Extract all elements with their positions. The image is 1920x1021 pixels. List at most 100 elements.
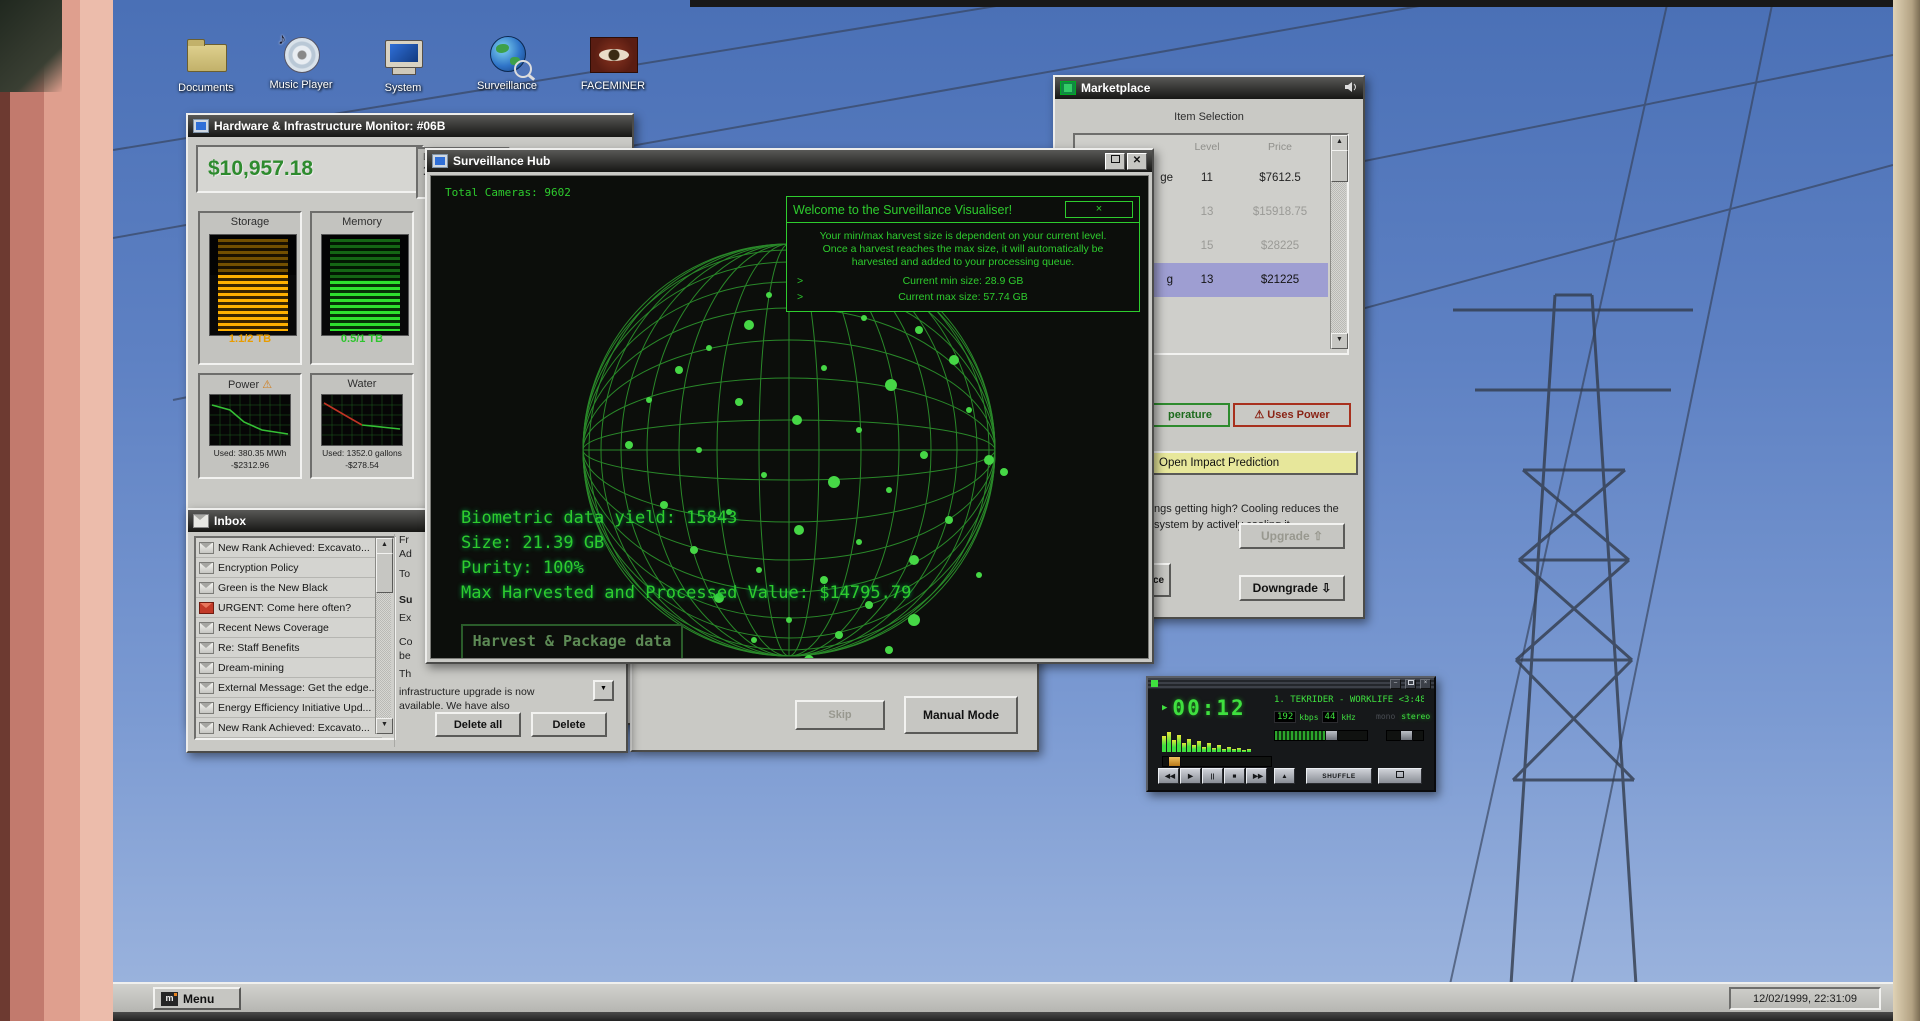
surveillance-window-icon bbox=[432, 154, 448, 168]
volume-slider[interactable] bbox=[1274, 730, 1368, 741]
reading-pane-field: To bbox=[399, 568, 411, 580]
item-price: $7612.5 bbox=[1259, 172, 1301, 184]
desktop-icon-documents[interactable]: Documents bbox=[160, 36, 252, 94]
storage-value: 1.1/2 TB bbox=[228, 333, 272, 345]
music-player-window: – × ▶ 00:12 1. TEKRIDER - WORKLIFE <3:48… bbox=[1146, 676, 1436, 792]
previous-button[interactable]: ◀◀ bbox=[1158, 768, 1179, 784]
monitor-icon bbox=[193, 119, 209, 133]
icon-label: Documents bbox=[178, 82, 234, 94]
item-price: $21225 bbox=[1260, 274, 1300, 286]
icon-label: Music Player bbox=[269, 79, 333, 91]
storage-label: Storage bbox=[230, 216, 270, 228]
inbox-message[interactable]: Encryption Policy bbox=[196, 558, 382, 578]
inbox-message[interactable]: New Rank Achieved: Excavato... bbox=[196, 718, 382, 738]
play-button[interactable]: ▶ bbox=[1180, 768, 1201, 784]
repeat-button[interactable] bbox=[1378, 768, 1422, 784]
item-level: 11 bbox=[1201, 172, 1213, 184]
music-player-titlebar[interactable]: – × bbox=[1148, 678, 1434, 689]
dialog-close-button[interactable]: × bbox=[1065, 201, 1133, 218]
icon-label: FACEMINER bbox=[580, 80, 646, 92]
mono-indicator: mono bbox=[1376, 712, 1396, 721]
seek-bar[interactable] bbox=[1162, 756, 1272, 767]
maximize-button[interactable] bbox=[1105, 152, 1125, 170]
icon-label: System bbox=[384, 82, 422, 94]
inbox-message[interactable]: URGENT: Come here often? bbox=[196, 598, 382, 618]
player-close-button[interactable]: × bbox=[1420, 678, 1431, 689]
surveillance-viewport: Total Cameras: 9602 Welcome to the Surve… bbox=[430, 175, 1149, 659]
player-minimize-button[interactable]: – bbox=[1390, 678, 1401, 689]
reading-pane-field: Co bbox=[399, 636, 413, 648]
next-button[interactable]: ▶▶ bbox=[1246, 768, 1267, 784]
stereo-indicator: stereo bbox=[1401, 712, 1431, 721]
pause-button[interactable]: || bbox=[1202, 768, 1223, 784]
dialog-line: Once a harvest reaches the max size, it … bbox=[822, 243, 1104, 255]
desktop-icon-faceminer[interactable]: FACEMINER bbox=[567, 34, 659, 92]
desktop-icon-surveillance[interactable]: Surveillance bbox=[461, 34, 553, 92]
monitor-bezel-right bbox=[1893, 0, 1920, 1021]
upgrade-button[interactable]: Upgrade ⇧ bbox=[1239, 523, 1345, 549]
bitrate-value: 192 bbox=[1274, 711, 1297, 723]
item-level: 13 bbox=[1200, 274, 1214, 286]
shuffle-button[interactable]: SHUFFLE bbox=[1306, 768, 1372, 784]
harvest-package-button[interactable]: Harvest & Package data bbox=[461, 624, 683, 658]
urgent-mail-icon bbox=[199, 601, 214, 614]
delete-button[interactable]: Delete bbox=[531, 712, 607, 737]
manual-mode-button[interactable]: Manual Mode bbox=[904, 696, 1018, 734]
close-button[interactable]: ✕ bbox=[1127, 152, 1147, 170]
body-scroll-button[interactable]: ▼ bbox=[593, 680, 614, 701]
window-title: Marketplace bbox=[1081, 81, 1151, 95]
inbox-message[interactable]: Re: Staff Benefits bbox=[196, 638, 382, 658]
inbox-scrollbar[interactable]: ▲ ▼ bbox=[375, 538, 393, 734]
monitor-edge-bottom bbox=[113, 1012, 1920, 1021]
inbox-message[interactable]: Dream-mining bbox=[196, 658, 382, 678]
mail-icon bbox=[199, 641, 214, 654]
inbox-message[interactable]: Recent News Coverage bbox=[196, 618, 382, 638]
hardware-monitor-titlebar[interactable]: Hardware & Infrastructure Monitor: #06B bbox=[188, 115, 632, 137]
mail-icon bbox=[199, 561, 214, 574]
dialog-title: Welcome to the Surveillance Visualiser! bbox=[793, 202, 1013, 217]
water-cost: -$278.54 bbox=[345, 460, 379, 470]
reading-pane-field: Su bbox=[399, 594, 413, 606]
marketplace-titlebar[interactable]: Marketplace bbox=[1055, 77, 1363, 99]
storage-panel: Storage 1.1/2 TB bbox=[198, 211, 302, 365]
message-subject: New Rank Achieved: Excavato... bbox=[218, 721, 370, 734]
reading-pane-field: Ex bbox=[399, 612, 412, 624]
inbox-message[interactable]: Green is the New Black bbox=[196, 578, 382, 598]
skip-button[interactable]: Skip bbox=[795, 700, 885, 730]
inbox-message[interactable]: New Rank Achieved: Excavato... bbox=[196, 538, 382, 558]
memory-gauge bbox=[321, 234, 409, 336]
bitrate-unit: kbps bbox=[1299, 712, 1319, 722]
stop-button[interactable]: ■ bbox=[1224, 768, 1245, 784]
power-used: Used: 380.35 MWh bbox=[213, 448, 287, 458]
inbox-message[interactable]: External Message: Get the edge... bbox=[196, 678, 382, 698]
inbox-message[interactable]: Energy Efficiency Initiative Upd... bbox=[196, 698, 382, 718]
desktop-icon-music-player[interactable]: ♪ Music Player bbox=[255, 31, 347, 91]
delete-all-button[interactable]: Delete all bbox=[435, 712, 521, 737]
balance-slider[interactable] bbox=[1386, 730, 1424, 741]
marketplace-scrollbar[interactable]: ▲ ▼ bbox=[1330, 135, 1348, 349]
player-icon bbox=[1151, 680, 1158, 687]
stream-info: 192 kbps 44 kHz bbox=[1274, 711, 1356, 723]
desktop-icon-system[interactable]: System bbox=[357, 36, 449, 94]
dialog-line: Your min/max harvest size is dependent o… bbox=[819, 230, 1107, 242]
item-price: $15918.75 bbox=[1252, 206, 1308, 218]
surveillance-hub-titlebar[interactable]: Surveillance Hub ✕ bbox=[427, 150, 1152, 172]
spectrum-analyzer bbox=[1162, 728, 1266, 752]
harvest-size: Size: 21.39 GB bbox=[461, 533, 605, 553]
menu-button[interactable]: m Menu bbox=[153, 987, 241, 1010]
price-column-header: Price bbox=[1268, 141, 1292, 153]
speaker-icon[interactable] bbox=[1344, 81, 1358, 96]
mail-icon bbox=[199, 701, 214, 714]
balance-display: $10,957.18 bbox=[196, 145, 424, 193]
player-shade-button[interactable] bbox=[1405, 678, 1416, 689]
inbox-message[interactable]: URGENT: High Electricity Usage bbox=[196, 738, 382, 740]
mail-icon bbox=[199, 721, 214, 734]
monitor-bezel-left bbox=[0, 0, 113, 1021]
reading-pane-field: be bbox=[399, 650, 411, 662]
open-impact-prediction-button[interactable]: Open Impact Prediction bbox=[1152, 451, 1358, 475]
downgrade-button[interactable]: Downgrade ⇩ bbox=[1239, 575, 1345, 601]
reading-pane-field: Fr bbox=[399, 534, 409, 546]
power-graph bbox=[209, 394, 291, 446]
eject-button[interactable]: ▲ bbox=[1274, 768, 1295, 784]
welcome-dialog: Welcome to the Surveillance Visualiser! … bbox=[786, 196, 1140, 312]
